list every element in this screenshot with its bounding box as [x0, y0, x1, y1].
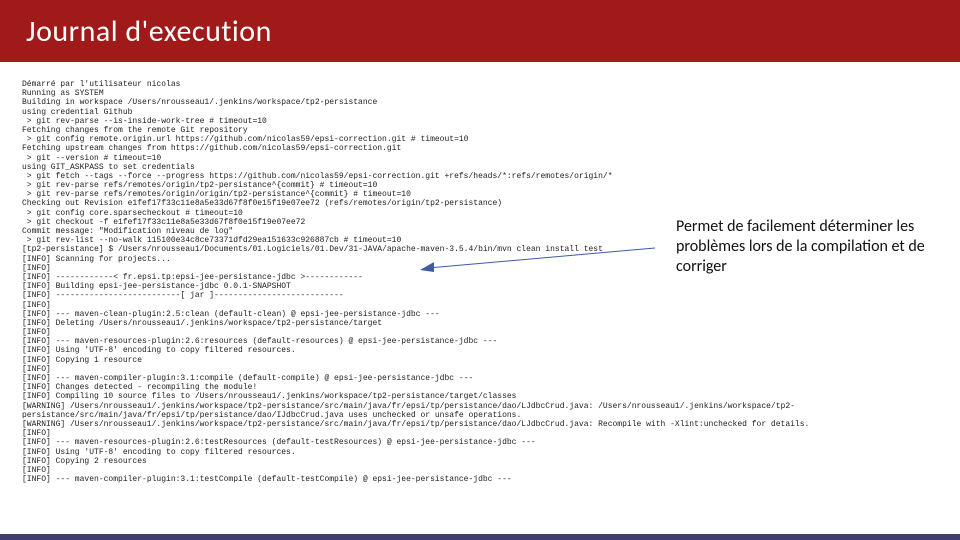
slide-content: Démarré par l'utilisateur nicolas Runnin…	[0, 62, 960, 484]
annotation-text: Permet de facilement déterminer les prob…	[676, 217, 946, 277]
execution-log: Démarré par l'utilisateur nicolas Runnin…	[22, 80, 950, 484]
slide-title: Journal d'execution	[26, 13, 272, 50]
footer-bar	[0, 534, 960, 540]
header-bar: Journal d'execution	[0, 0, 960, 62]
